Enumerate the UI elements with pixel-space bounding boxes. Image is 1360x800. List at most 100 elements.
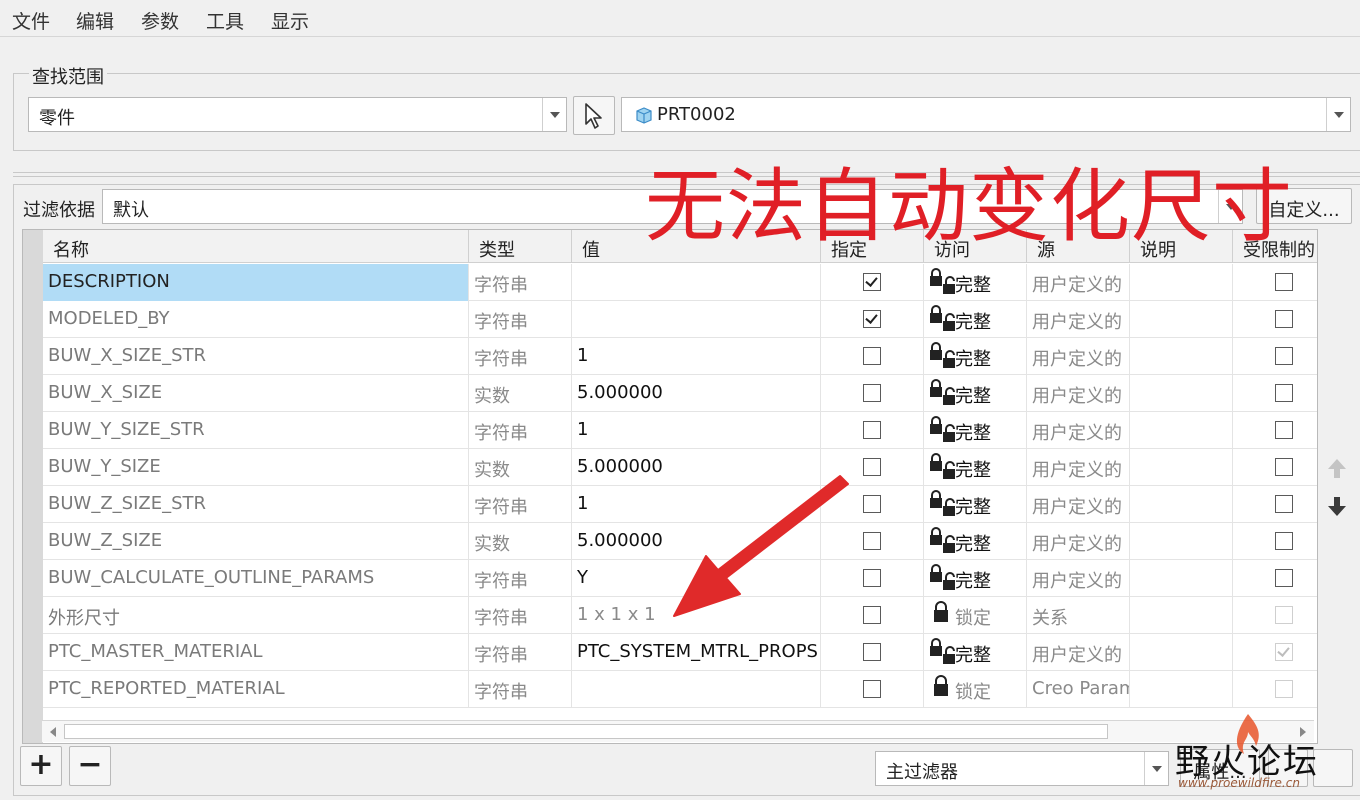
cell-type[interactable]: 实数: [469, 375, 572, 412]
column-header-type[interactable]: 类型: [469, 230, 572, 263]
designate-checkbox[interactable]: [863, 680, 881, 698]
cell-restricted[interactable]: [1233, 301, 1317, 338]
restricted-checkbox[interactable]: [1275, 532, 1293, 550]
cell-type[interactable]: 字符串: [469, 338, 572, 375]
cell-name[interactable]: 外形尺寸: [43, 597, 469, 634]
cell-designate[interactable]: [821, 338, 924, 375]
cell-access[interactable]: 完整: [924, 523, 1027, 560]
cell-name[interactable]: PTC_REPORTED_MATERIAL: [43, 671, 469, 708]
restricted-checkbox[interactable]: [1275, 569, 1293, 587]
cell-access[interactable]: 完整: [924, 412, 1027, 449]
table-row[interactable]: PTC_MASTER_MATERIAL 字符串 PTC_SYSTEM_MTRL_PR…: [43, 634, 1317, 671]
cell-access[interactable]: 完整: [924, 449, 1027, 486]
cell-restricted[interactable]: [1233, 560, 1317, 597]
cell-name[interactable]: BUW_X_SIZE: [43, 375, 469, 412]
cell-designate[interactable]: [821, 412, 924, 449]
cell-value[interactable]: 1: [572, 412, 821, 449]
designate-checkbox[interactable]: [863, 569, 881, 587]
cell-restricted[interactable]: [1233, 486, 1317, 523]
cell-value[interactable]: PTC_SYSTEM_MTRL_PROPS: [572, 634, 821, 671]
cell-restricted[interactable]: [1233, 375, 1317, 412]
cell-source[interactable]: 用户定义的: [1027, 301, 1130, 338]
restricted-checkbox[interactable]: [1275, 421, 1293, 439]
cell-value[interactable]: [572, 264, 821, 301]
designate-checkbox[interactable]: [863, 643, 881, 661]
restricted-checkbox[interactable]: [1275, 495, 1293, 513]
cell-restricted[interactable]: [1233, 264, 1317, 301]
horizontal-scrollbar[interactable]: [42, 720, 1314, 742]
cell-access[interactable]: 完整: [924, 634, 1027, 671]
cell-source[interactable]: 用户定义的: [1027, 338, 1130, 375]
cell-type[interactable]: 字符串: [469, 671, 572, 708]
designate-checkbox[interactable]: [863, 273, 881, 291]
cell-type[interactable]: 字符串: [469, 486, 572, 523]
cell-access[interactable]: 完整: [924, 338, 1027, 375]
cell-access[interactable]: 完整: [924, 486, 1027, 523]
cell-value[interactable]: 5.000000: [572, 375, 821, 412]
cell-type[interactable]: 实数: [469, 523, 572, 560]
cell-name[interactable]: MODELED_BY: [43, 301, 469, 338]
menu-tools[interactable]: 工具: [206, 7, 244, 34]
cell-source[interactable]: 用户定义的: [1027, 523, 1130, 560]
cell-type[interactable]: 字符串: [469, 412, 572, 449]
designate-checkbox[interactable]: [863, 347, 881, 365]
scope-type-select[interactable]: 零件: [28, 97, 567, 132]
cell-name[interactable]: BUW_Z_SIZE_STR: [43, 486, 469, 523]
cell-access[interactable]: 锁定: [924, 597, 1027, 634]
cell-restricted[interactable]: [1233, 449, 1317, 486]
cell-designate[interactable]: [821, 264, 924, 301]
select-pointer-button[interactable]: [573, 96, 615, 135]
cell-restricted[interactable]: [1233, 412, 1317, 449]
cell-name[interactable]: DESCRIPTION: [43, 264, 469, 301]
cell-designate[interactable]: [821, 634, 924, 671]
designate-checkbox[interactable]: [863, 458, 881, 476]
table-row[interactable]: BUW_X_SIZE_STR 字符串 1 完整 用户定义的: [43, 338, 1317, 375]
menu-display[interactable]: 显示: [271, 7, 309, 34]
cell-source[interactable]: 关系: [1027, 597, 1130, 634]
cell-designate[interactable]: [821, 375, 924, 412]
cell-access[interactable]: 完整: [924, 560, 1027, 597]
restricted-checkbox[interactable]: [1275, 347, 1293, 365]
table-row[interactable]: DESCRIPTION 字符串 完整 用户定义的: [43, 264, 1317, 301]
cell-restricted[interactable]: [1233, 671, 1317, 708]
cell-name[interactable]: PTC_MASTER_MATERIAL: [43, 634, 469, 671]
cell-access[interactable]: 锁定: [924, 671, 1027, 708]
cell-source[interactable]: 用户定义的: [1027, 264, 1130, 301]
cell-designate[interactable]: [821, 671, 924, 708]
restricted-checkbox[interactable]: [1275, 310, 1293, 328]
cell-access[interactable]: 完整: [924, 301, 1027, 338]
cell-restricted[interactable]: [1233, 338, 1317, 375]
chevron-down-icon[interactable]: [1326, 98, 1350, 131]
add-parameter-button[interactable]: +: [20, 746, 62, 786]
cell-source[interactable]: 用户定义的: [1027, 486, 1130, 523]
cell-source[interactable]: 用户定义的: [1027, 375, 1130, 412]
cell-type[interactable]: 字符串: [469, 301, 572, 338]
remove-parameter-button[interactable]: −: [69, 746, 111, 786]
main-filter-select[interactable]: 主过滤器: [875, 751, 1169, 786]
cell-value[interactable]: 1: [572, 338, 821, 375]
scroll-left-icon[interactable]: [48, 726, 58, 738]
designate-checkbox[interactable]: [863, 310, 881, 328]
cell-type[interactable]: 字符串: [469, 597, 572, 634]
cell-restricted[interactable]: [1233, 634, 1317, 671]
move-up-icon[interactable]: [1326, 457, 1348, 481]
chevron-down-icon[interactable]: [542, 98, 566, 131]
cell-type[interactable]: 字符串: [469, 264, 572, 301]
designate-checkbox[interactable]: [863, 421, 881, 439]
cell-source[interactable]: 用户定义的: [1027, 634, 1130, 671]
table-row[interactable]: BUW_Y_SIZE_STR 字符串 1 完整 用户定义的: [43, 412, 1317, 449]
cell-type[interactable]: 实数: [469, 449, 572, 486]
table-row[interactable]: BUW_X_SIZE 实数 5.000000 完整 用户定义的: [43, 375, 1317, 412]
cell-name[interactable]: BUW_Y_SIZE_STR: [43, 412, 469, 449]
cell-source[interactable]: 用户定义的: [1027, 560, 1130, 597]
cell-restricted[interactable]: [1233, 523, 1317, 560]
designate-checkbox[interactable]: [863, 606, 881, 624]
restricted-checkbox[interactable]: [1275, 458, 1293, 476]
cell-value[interactable]: [572, 671, 821, 708]
cell-source[interactable]: 用户定义的: [1027, 412, 1130, 449]
cell-type[interactable]: 字符串: [469, 634, 572, 671]
restricted-checkbox[interactable]: [1275, 384, 1293, 402]
restricted-checkbox[interactable]: [1275, 273, 1293, 291]
cell-name[interactable]: BUW_Z_SIZE: [43, 523, 469, 560]
cell-name[interactable]: BUW_X_SIZE_STR: [43, 338, 469, 375]
